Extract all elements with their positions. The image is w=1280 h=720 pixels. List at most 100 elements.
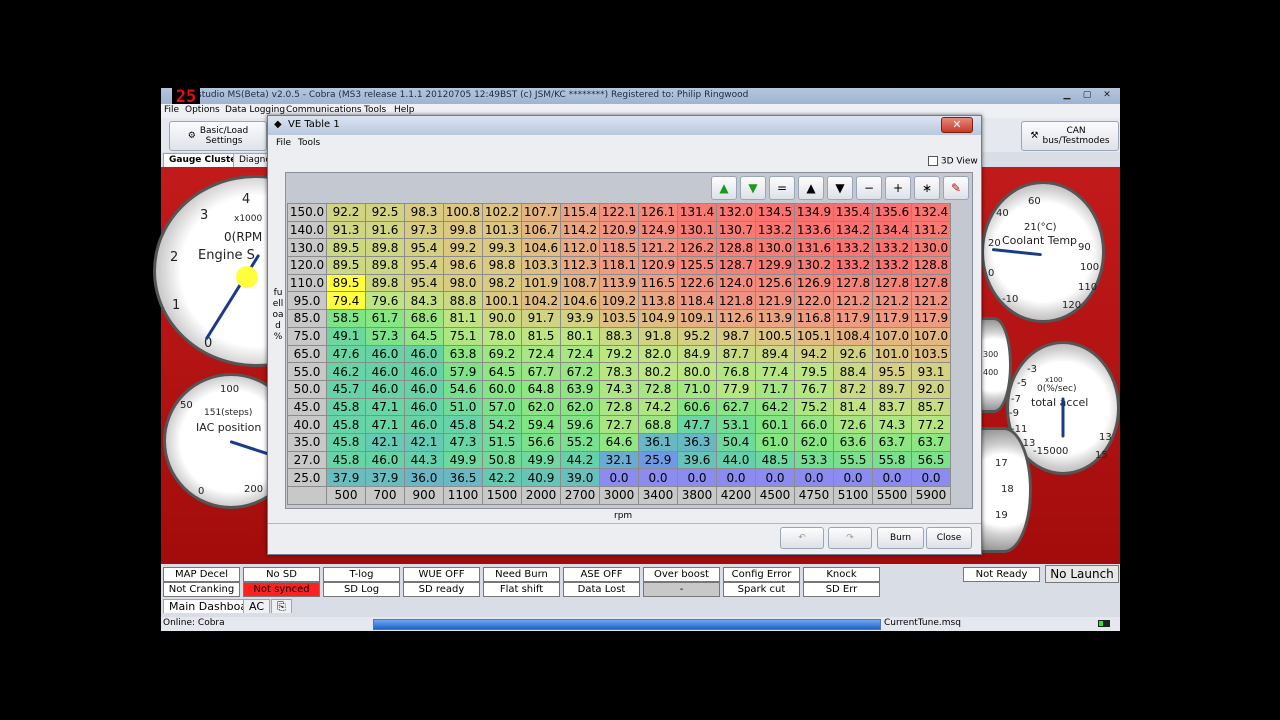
ve-cell[interactable]: 105.1 <box>794 326 834 346</box>
ve-cell[interactable]: 134.2 <box>833 220 873 240</box>
menu-communications[interactable]: Communications <box>286 105 362 115</box>
ve-cell[interactable]: 72.8 <box>638 379 678 399</box>
ve-cell[interactable]: 101.9 <box>521 273 561 293</box>
rpm-axis-cell[interactable]: 2000 <box>521 486 561 505</box>
ve-cell[interactable]: 42.1 <box>365 432 405 452</box>
ve-cell[interactable]: 81.1 <box>443 309 483 328</box>
ve-cell[interactable]: 85.7 <box>911 397 951 417</box>
ve-cell[interactable]: 63.8 <box>443 344 483 364</box>
rpm-axis-cell[interactable]: 3000 <box>599 486 639 505</box>
ve-cell[interactable]: 113.9 <box>599 273 639 293</box>
load-axis-cell[interactable]: 150.0 <box>287 203 327 222</box>
ve-cell[interactable]: 100.8 <box>443 203 483 222</box>
ve-cell[interactable]: 91.8 <box>638 326 678 346</box>
ve-cell[interactable]: 92.2 <box>326 203 366 222</box>
ve-cell[interactable]: 77.4 <box>755 362 795 381</box>
ve-cell[interactable]: 54.6 <box>443 379 483 399</box>
dialog-menu-file[interactable]: File <box>276 138 291 148</box>
ve-cell[interactable]: 124.9 <box>638 220 678 240</box>
ve-cell[interactable]: 56.5 <box>911 450 951 470</box>
ve-cell[interactable]: 67.7 <box>521 362 561 381</box>
dialog-menu-tools[interactable]: Tools <box>298 138 320 148</box>
ve-cell[interactable]: 64.6 <box>599 432 639 452</box>
ve-cell[interactable]: 47.7 <box>677 415 717 434</box>
ve-cell[interactable]: 0.0 <box>677 468 717 487</box>
ve-cell[interactable]: 104.6 <box>560 291 600 311</box>
ve-cell[interactable]: 133.2 <box>872 256 912 275</box>
ve-cell[interactable]: 100.5 <box>755 326 795 346</box>
ve-cell[interactable]: 98.7 <box>716 326 756 346</box>
menu-options[interactable]: Options <box>185 105 220 115</box>
ve-cell[interactable]: 0.0 <box>716 468 756 487</box>
ve-cell[interactable]: 112.6 <box>716 309 756 328</box>
ve-cell[interactable]: 128.8 <box>911 256 951 275</box>
ve-cell[interactable]: 95.5 <box>872 362 912 381</box>
menu-help[interactable]: Help <box>394 105 415 115</box>
ve-cell[interactable]: 90.0 <box>482 309 522 328</box>
ve-cell[interactable]: 92.5 <box>365 203 405 222</box>
ve-cell[interactable]: 48.5 <box>755 450 795 470</box>
ve-cell[interactable]: 132.0 <box>716 203 756 222</box>
ve-cell[interactable]: 133.2 <box>872 238 912 258</box>
ve-cell[interactable]: 61.7 <box>365 309 405 328</box>
ve-cell[interactable]: 117.9 <box>872 309 912 328</box>
load-axis-cell[interactable]: 110.0 <box>287 273 327 293</box>
ve-cell[interactable]: 56.6 <box>521 432 561 452</box>
ve-cell[interactable]: 47.3 <box>443 432 483 452</box>
load-axis-cell[interactable]: 40.0 <box>287 415 327 434</box>
new-tab-icon[interactable]: ⎘ <box>271 599 292 613</box>
ve-cell[interactable]: 46.0 <box>404 362 444 381</box>
ve-cell[interactable]: 75.2 <box>794 397 834 417</box>
ve-cell[interactable]: 132.4 <box>911 203 951 222</box>
view-3d-checkbox[interactable]: 3D View <box>928 156 978 167</box>
ve-cell[interactable]: 133.2 <box>833 256 873 275</box>
ve-cell[interactable]: 121.2 <box>872 291 912 311</box>
ve-cell[interactable]: 88.4 <box>833 362 873 381</box>
ve-cell[interactable]: 121.9 <box>755 291 795 311</box>
ve-cell[interactable]: 36.3 <box>677 432 717 452</box>
rpm-axis-cell[interactable]: 5500 <box>872 486 912 505</box>
ve-cell[interactable]: 46.0 <box>404 344 444 364</box>
ve-cell[interactable]: 58.5 <box>326 309 366 328</box>
ve-cell[interactable]: 126.9 <box>794 273 834 293</box>
ve-cell[interactable]: 46.0 <box>365 344 405 364</box>
ve-cell[interactable]: 74.3 <box>872 415 912 434</box>
menu-data-logging[interactable]: Data Logging <box>225 105 285 115</box>
ve-cell[interactable]: 66.0 <box>794 415 834 434</box>
ve-cell[interactable]: 45.8 <box>443 415 483 434</box>
ve-cell[interactable]: 75.1 <box>443 326 483 346</box>
ve-cell[interactable]: 109.1 <box>677 309 717 328</box>
ve-cell[interactable]: 91.3 <box>326 220 366 240</box>
ve-cell[interactable]: 114.2 <box>560 220 600 240</box>
ve-cell[interactable]: 79.5 <box>794 362 834 381</box>
close-button[interactable]: Close <box>926 527 972 549</box>
ve-cell[interactable]: 84.9 <box>677 344 717 364</box>
ve-cell[interactable]: 98.8 <box>482 256 522 275</box>
ve-cell[interactable]: 99.2 <box>443 238 483 258</box>
ve-cell[interactable]: 51.5 <box>482 432 522 452</box>
ve-cell[interactable]: 116.5 <box>638 273 678 293</box>
ve-cell[interactable]: 120.9 <box>599 220 639 240</box>
ve-cell[interactable]: 130.7 <box>716 220 756 240</box>
ve-cell[interactable]: 130.1 <box>677 220 717 240</box>
ve-cell[interactable]: 113.9 <box>755 309 795 328</box>
rpm-axis-cell[interactable]: 4200 <box>716 486 756 505</box>
rpm-axis-cell[interactable]: 5900 <box>911 486 951 505</box>
ve-cell[interactable]: 89.8 <box>365 256 405 275</box>
ve-cell[interactable]: 78.3 <box>599 362 639 381</box>
ve-cell[interactable]: 133.2 <box>833 238 873 258</box>
load-axis-cell[interactable]: 35.0 <box>287 432 327 452</box>
load-axis-cell[interactable]: 140.0 <box>287 220 327 240</box>
ve-cell[interactable]: 68.6 <box>404 309 444 328</box>
equals-icon[interactable]: = <box>769 176 795 200</box>
ve-cell[interactable]: 109.2 <box>599 291 639 311</box>
ve-cell[interactable]: 46.0 <box>404 379 444 399</box>
ve-cell[interactable]: 121.2 <box>638 238 678 258</box>
ve-cell[interactable]: 130.2 <box>794 256 834 275</box>
ve-cell[interactable]: 40.9 <box>521 468 561 487</box>
ve-cell[interactable]: 45.8 <box>326 432 366 452</box>
ve-cell[interactable]: 93.9 <box>560 309 600 328</box>
ve-cell[interactable]: 95.4 <box>404 238 444 258</box>
ve-cell[interactable]: 88.8 <box>443 291 483 311</box>
ve-cell[interactable]: 57.3 <box>365 326 405 346</box>
